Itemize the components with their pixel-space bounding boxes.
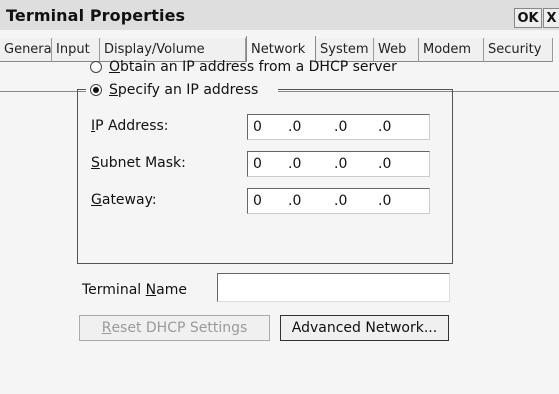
- window-title: Terminal Properties: [6, 6, 186, 25]
- gateway-accel-key: G: [91, 192, 102, 208]
- ip-label-rest: P Address:: [95, 118, 169, 134]
- static-ip-radio-option[interactable]: Specify an IP address: [90, 80, 258, 100]
- terminal-properties-window: Terminal Properties OK X General Input D…: [0, 0, 559, 394]
- subnet-octet-4[interactable]: .0: [378, 156, 391, 172]
- subnet-octet-2[interactable]: .0: [288, 156, 301, 172]
- terminal-name-label: Terminal Name: [82, 282, 187, 298]
- dhcp-accel-key: O: [109, 59, 121, 75]
- subnet-octet-3[interactable]: .0: [334, 156, 347, 172]
- ip-octet-1[interactable]: 0: [253, 119, 262, 135]
- ip-address-field[interactable]: 0 .0 .0 .0: [247, 114, 430, 140]
- gateway-octet-2[interactable]: .0: [288, 193, 301, 209]
- static-ip-radio-button[interactable]: [90, 84, 102, 96]
- gateway-octet-1[interactable]: 0: [253, 193, 262, 209]
- dhcp-radio-label: Obtain an IP address from a DHCP server: [109, 59, 397, 75]
- close-button[interactable]: X: [543, 8, 559, 28]
- gateway-octet-3[interactable]: .0: [334, 193, 347, 209]
- ip-octet-3[interactable]: .0: [334, 119, 347, 135]
- reset-label-rest: eset DHCP Settings: [111, 320, 248, 336]
- subnet-octet-1[interactable]: 0: [253, 156, 262, 172]
- reset-dhcp-settings-button[interactable]: Reset DHCP Settings: [79, 315, 270, 341]
- tab-security[interactable]: Security: [484, 38, 553, 62]
- tab-general[interactable]: General: [0, 38, 55, 62]
- tname-rest: ame: [156, 282, 187, 298]
- static-accel-key: S: [109, 82, 118, 98]
- advanced-network-button[interactable]: Advanced Network...: [280, 315, 449, 341]
- dhcp-radio-option[interactable]: Obtain an IP address from a DHCP server: [90, 57, 397, 77]
- title-bar: Terminal Properties OK X: [0, 0, 559, 30]
- static-ip-radio-label: Specify an IP address: [109, 82, 258, 98]
- gateway-field[interactable]: 0 .0 .0 .0: [247, 188, 430, 214]
- terminal-name-input[interactable]: [217, 273, 450, 302]
- ip-octet-4[interactable]: .0: [378, 119, 391, 135]
- gateway-label: Gateway:: [91, 192, 157, 208]
- dhcp-label-rest: btain an IP address from a DHCP server: [120, 59, 397, 75]
- tname-accel-key: N: [145, 282, 157, 298]
- subnet-label-rest: ubnet Mask:: [99, 155, 186, 171]
- reset-accel-key: R: [101, 320, 112, 336]
- subnet-accel-key: S: [91, 155, 100, 171]
- gateway-label-rest: ateway:: [101, 192, 157, 208]
- subnet-mask-field[interactable]: 0 .0 .0 .0: [247, 151, 430, 177]
- ip-octet-2[interactable]: .0: [288, 119, 301, 135]
- tab-modem[interactable]: Modem: [419, 38, 484, 62]
- subnet-mask-label: Subnet Mask:: [91, 155, 186, 171]
- dhcp-radio-button[interactable]: [90, 61, 102, 73]
- tname-prefix: Terminal: [82, 282, 146, 298]
- gateway-octet-4[interactable]: .0: [378, 193, 391, 209]
- ok-button[interactable]: OK: [514, 8, 542, 28]
- ip-address-label: IP Address:: [91, 118, 169, 134]
- static-label-rest: pecify an IP address: [117, 82, 259, 98]
